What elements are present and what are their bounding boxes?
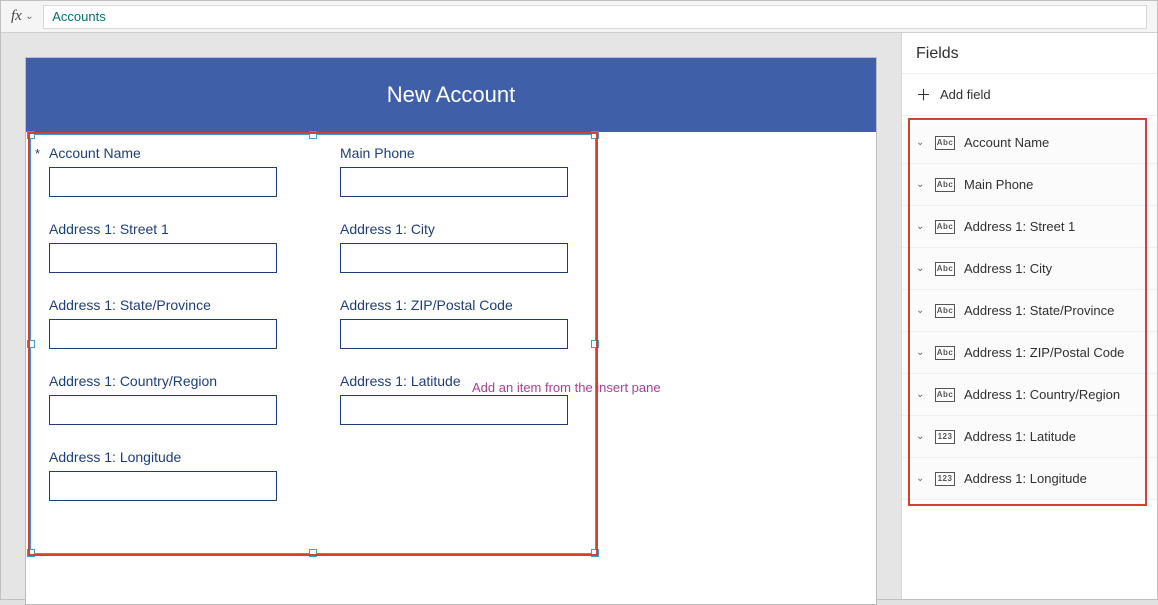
field-label: Address 1: State/Province <box>49 297 211 313</box>
add-field-button[interactable]: ＋ Add field <box>902 74 1157 116</box>
latitude-input[interactable] <box>340 395 568 425</box>
country-input[interactable] <box>49 395 277 425</box>
chevron-down-icon: ⌄ <box>916 263 926 274</box>
form-field: Address 1: City <box>340 221 583 273</box>
field-item-label: Main Phone <box>964 177 1033 192</box>
field-item-zip[interactable]: ⌄ Abc Address 1: ZIP/Postal Code <box>902 332 1157 374</box>
form-control-selected[interactable]: * Account Name Main Phone <box>30 134 596 554</box>
formula-bar: fx ⌄ Accounts <box>1 1 1157 33</box>
street1-input[interactable] <box>49 243 277 273</box>
plus-icon: ＋ <box>916 84 930 105</box>
type-badge-abc: Abc <box>935 136 955 150</box>
type-badge-abc: Abc <box>935 220 955 234</box>
field-item-state[interactable]: ⌄ Abc Address 1: State/Province <box>902 290 1157 332</box>
type-badge-abc: Abc <box>935 262 955 276</box>
field-item-label: Address 1: City <box>964 261 1052 276</box>
field-label: Address 1: Longitude <box>49 449 181 465</box>
field-item-label: Address 1: Street 1 <box>964 219 1075 234</box>
type-badge-abc: Abc <box>935 304 955 318</box>
fields-pane-title: Fields <box>902 33 1157 74</box>
main-phone-input[interactable] <box>340 167 568 197</box>
app-surface[interactable]: New Account * Account Name <box>25 57 877 605</box>
field-item-country[interactable]: ⌄ Abc Address 1: Country/Region <box>902 374 1157 416</box>
field-item-account-name[interactable]: ⌄ Abc Account Name <box>902 122 1157 164</box>
chevron-down-icon: ⌄ <box>916 347 926 358</box>
fx-label-text: fx <box>11 8 22 25</box>
type-badge-abc: Abc <box>935 388 955 402</box>
field-item-latitude[interactable]: ⌄ 123 Address 1: Latitude <box>902 416 1157 458</box>
resize-handle[interactable] <box>27 131 35 139</box>
city-input[interactable] <box>340 243 568 273</box>
account-name-input[interactable] <box>49 167 277 197</box>
form-field: * Account Name <box>49 145 292 197</box>
fields-list: ⌄ Abc Account Name ⌄ Abc Main Phone ⌄ Ab… <box>902 116 1157 506</box>
app-title: New Account <box>387 82 515 108</box>
field-label: Account Name <box>49 145 141 161</box>
type-badge-123: 123 <box>935 430 955 444</box>
chevron-down-icon: ⌄ <box>916 179 926 190</box>
form-field: Address 1: Country/Region <box>49 373 292 425</box>
resize-handle[interactable] <box>309 549 317 557</box>
chevron-down-icon: ⌄ <box>916 137 926 148</box>
field-item-label: Address 1: Longitude <box>964 471 1087 486</box>
chevron-down-icon: ⌄ <box>916 305 926 316</box>
form-grid: * Account Name Main Phone <box>43 145 583 501</box>
field-item-label: Address 1: Country/Region <box>964 387 1120 402</box>
field-label: Address 1: Street 1 <box>49 221 169 237</box>
zip-input[interactable] <box>340 319 568 349</box>
form-field: Main Phone <box>340 145 583 197</box>
field-item-label: Address 1: State/Province <box>964 303 1114 318</box>
field-label: Address 1: City <box>340 221 435 237</box>
app-header: New Account <box>26 58 876 132</box>
resize-handle[interactable] <box>27 340 35 348</box>
type-badge-abc: Abc <box>935 346 955 360</box>
formula-input[interactable]: Accounts <box>43 5 1147 29</box>
form-field: Address 1: Street 1 <box>49 221 292 273</box>
form-field: Address 1: ZIP/Postal Code <box>340 297 583 349</box>
field-item-longitude[interactable]: ⌄ 123 Address 1: Longitude <box>902 458 1157 500</box>
chevron-down-icon: ⌄ <box>916 221 926 232</box>
required-mark: * <box>35 146 43 161</box>
state-input[interactable] <box>49 319 277 349</box>
add-field-label: Add field <box>940 87 991 102</box>
resize-handle[interactable] <box>309 131 317 139</box>
resize-handle[interactable] <box>27 549 35 557</box>
type-badge-123: 123 <box>935 472 955 486</box>
field-item-label: Account Name <box>964 135 1049 150</box>
field-item-label: Address 1: Latitude <box>964 429 1076 444</box>
longitude-input[interactable] <box>49 471 277 501</box>
field-label: Main Phone <box>340 145 415 161</box>
form-field: Address 1: Longitude <box>49 449 292 501</box>
field-label: Address 1: Latitude <box>340 373 461 389</box>
field-label: Address 1: Country/Region <box>49 373 217 389</box>
form-field: Address 1: State/Province <box>49 297 292 349</box>
fields-pane: Fields ＋ Add field ⌄ Abc Account Name ⌄ … <box>901 33 1157 599</box>
chevron-down-icon: ⌄ <box>916 431 926 442</box>
type-badge-abc: Abc <box>935 178 955 192</box>
formula-value: Accounts <box>52 9 105 24</box>
resize-handle[interactable] <box>591 131 599 139</box>
field-item-label: Address 1: ZIP/Postal Code <box>964 345 1124 360</box>
insert-placeholder: Add an item from the insert pane <box>472 380 661 395</box>
field-item-city[interactable]: ⌄ Abc Address 1: City <box>902 248 1157 290</box>
field-item-main-phone[interactable]: ⌄ Abc Main Phone <box>902 164 1157 206</box>
chevron-down-icon: ⌄ <box>916 389 926 400</box>
resize-handle[interactable] <box>591 549 599 557</box>
chevron-down-icon: ⌄ <box>25 11 33 22</box>
field-item-street1[interactable]: ⌄ Abc Address 1: Street 1 <box>902 206 1157 248</box>
chevron-down-icon: ⌄ <box>916 473 926 484</box>
resize-handle[interactable] <box>591 340 599 348</box>
field-label: Address 1: ZIP/Postal Code <box>340 297 513 313</box>
canvas-area: New Account * Account Name <box>1 33 901 599</box>
fx-button[interactable]: fx ⌄ <box>11 8 33 25</box>
